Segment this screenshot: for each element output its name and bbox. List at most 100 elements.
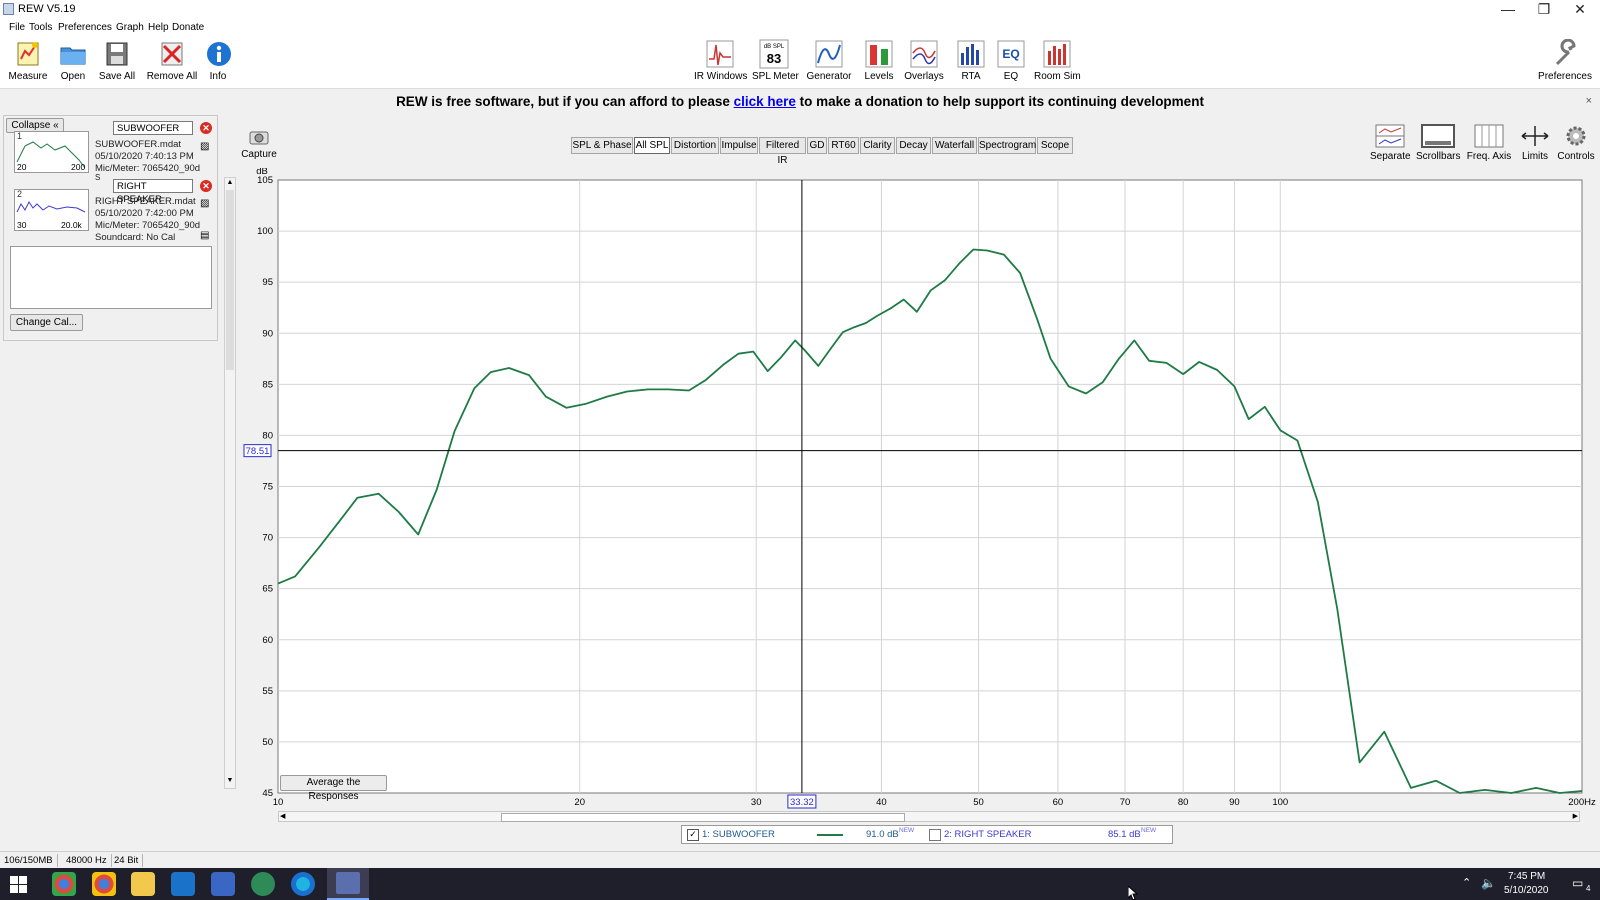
freq-scrollbar[interactable]: ◀ ▶ xyxy=(278,811,1580,822)
freq-scrollbar-thumb[interactable] xyxy=(501,813,905,822)
scroll-left-icon[interactable]: ◀ xyxy=(280,812,285,820)
donate-link[interactable]: click here xyxy=(734,94,796,109)
scroll-down-icon[interactable]: ▼ xyxy=(226,777,234,787)
measurement-item-subwoofer[interactable]: SUBWOOFER ✕ 1 20 200 SUBWOOFER.mdat 05/1… xyxy=(9,119,214,182)
scrollbars-button[interactable]: Scrollbars xyxy=(1416,124,1460,162)
freq-axis-button[interactable]: Freq. Axis xyxy=(1466,124,1512,162)
rta-button[interactable]: RTA xyxy=(955,39,987,82)
measurement-date: 05/10/2020 7:42:00 PM xyxy=(95,208,194,219)
chrome-icon-2[interactable] xyxy=(92,872,116,896)
spl-meter-caption: dB SPL xyxy=(764,44,785,50)
rew-icon xyxy=(336,872,360,894)
menu-tools[interactable]: Tools xyxy=(29,22,52,33)
color-picker-icon[interactable]: ▨ xyxy=(200,141,209,152)
menu-graph[interactable]: Graph xyxy=(116,22,144,33)
ir-windows-icon xyxy=(706,40,734,68)
y-tick-label: 70 xyxy=(262,533,273,544)
delete-icon[interactable]: ✕ xyxy=(200,180,212,192)
menu-help[interactable]: Help xyxy=(148,22,169,33)
tab-spectrogram[interactable]: Spectrogram xyxy=(978,137,1036,154)
edge-icon[interactable] xyxy=(291,872,315,896)
scroll-up-icon[interactable]: ▲ xyxy=(226,179,234,189)
eq-button[interactable]: EQ EQ xyxy=(996,39,1026,82)
limits-icon xyxy=(1521,126,1549,146)
x-tick-label: 70 xyxy=(1120,797,1131,808)
tab-rt60[interactable]: RT60 xyxy=(828,137,859,154)
spl-graph[interactable]: 4550556065707580859095100105 10 20 30 40 50 6… xyxy=(242,168,1600,818)
tab-scope[interactable]: Scope xyxy=(1037,137,1073,154)
save-all-button[interactable]: Save All xyxy=(97,39,137,82)
x-tick-label: 200Hz xyxy=(1568,797,1596,808)
measurement-name-input[interactable]: RIGHT SPEAKER xyxy=(113,179,193,205)
notes-icon[interactable]: ▤ xyxy=(200,230,209,241)
measure-button[interactable]: Measure xyxy=(7,39,49,82)
overlays-button[interactable]: Overlays xyxy=(904,39,944,82)
menu-preferences[interactable]: Preferences xyxy=(58,22,112,33)
remote-desktop-icon[interactable] xyxy=(211,872,235,896)
measurement-item-right-speaker[interactable]: RIGHT SPEAKER ✕ 2 30 20.0k RIGHT SPEAKER… xyxy=(9,177,214,243)
notification-icon[interactable]: ▭ xyxy=(1572,876,1583,890)
tab-impulse[interactable]: Impulse xyxy=(720,137,758,154)
ir-windows-button[interactable]: IR Windows xyxy=(694,39,747,82)
x-tick-label: 40 xyxy=(876,797,887,808)
tab-waterfall[interactable]: Waterfall xyxy=(932,137,977,154)
tab-gd[interactable]: GD xyxy=(807,137,827,154)
y-tick-label: 90 xyxy=(262,328,273,339)
series-2-label: 2: RIGHT SPEAKER xyxy=(944,829,1032,840)
change-cal-button[interactable]: Change Cal... xyxy=(10,314,83,331)
info-icon xyxy=(207,42,231,66)
y-axis-label: dB xyxy=(256,168,268,177)
outlook-icon[interactable] xyxy=(171,872,195,896)
measurement-name-input[interactable]: SUBWOOFER xyxy=(113,121,193,135)
windows-start-icon[interactable] xyxy=(10,876,27,893)
measurement-mic: Mic/Meter: 7065420_90d xyxy=(95,220,201,231)
banner-close-button[interactable]: × xyxy=(1586,95,1592,107)
panel-scrollbar[interactable]: ▲ ▼ xyxy=(224,177,236,789)
controls-button[interactable]: Controls xyxy=(1557,124,1595,162)
tab-spl-phase[interactable]: SPL & Phase xyxy=(571,137,633,154)
tab-filtered-ir[interactable]: Filtered IR xyxy=(759,137,806,166)
menu-donate[interactable]: Donate xyxy=(172,22,204,33)
scroll-right-icon[interactable]: ▶ xyxy=(1573,812,1578,820)
levels-button[interactable]: Levels xyxy=(862,39,896,82)
measurement-notes-area[interactable] xyxy=(10,246,212,309)
tab-distortion[interactable]: Distortion xyxy=(671,137,719,154)
tab-clarity[interactable]: Clarity xyxy=(860,137,895,154)
separate-icon xyxy=(1375,124,1405,148)
room-sim-button[interactable]: Room Sim xyxy=(1034,39,1081,82)
volume-icon[interactable]: 🔈 xyxy=(1481,876,1496,890)
capture-button[interactable]: Capture xyxy=(240,128,278,160)
color-picker-icon[interactable]: ▨ xyxy=(200,198,209,209)
spl-meter-value: 83 xyxy=(767,51,781,66)
limits-button[interactable]: Limits xyxy=(1518,124,1552,162)
eq-icon-text: EQ xyxy=(1002,47,1019,61)
rew-taskbar-button[interactable] xyxy=(327,868,369,900)
separate-button[interactable]: Separate xyxy=(1370,124,1411,162)
remove-all-button[interactable]: Remove All xyxy=(144,39,200,82)
file-explorer-icon[interactable] xyxy=(131,872,155,896)
menu-file[interactable]: File xyxy=(9,22,25,33)
info-button[interactable]: Info xyxy=(204,39,232,82)
delete-icon[interactable]: ✕ xyxy=(200,122,212,134)
sample-rate-status: 48000 Hz xyxy=(62,854,112,867)
room-sim-icon xyxy=(1043,40,1071,68)
series-2-checkbox[interactable] xyxy=(929,829,941,841)
tab-decay[interactable]: Decay xyxy=(896,137,931,154)
tray-chevron-icon[interactable]: ⌃ xyxy=(1462,876,1471,889)
scrollbar-thumb[interactable] xyxy=(226,190,234,370)
spl-meter-button[interactable]: dB SPL 83 SPL Meter xyxy=(752,39,799,82)
average-responses-button[interactable]: Average the Responses xyxy=(280,775,387,802)
generator-button[interactable]: Generator xyxy=(806,39,852,82)
preferences-button[interactable]: Preferences xyxy=(1536,39,1594,82)
tab-all-spl[interactable]: All SPL xyxy=(634,137,670,154)
close-button[interactable]: ✕ xyxy=(1562,0,1598,20)
app-icon-green[interactable] xyxy=(251,872,275,896)
chrome-icon[interactable] xyxy=(52,872,76,896)
open-button[interactable]: Open xyxy=(55,39,91,82)
maximize-button[interactable]: ❐ xyxy=(1526,0,1562,20)
minimize-button[interactable]: — xyxy=(1490,0,1526,20)
measurement-number: 1 xyxy=(17,131,23,141)
generator-icon xyxy=(815,40,843,68)
windows-taskbar: ⌃ 🔈 7:45 PM 5/10/2020 ▭ 4 xyxy=(0,868,1600,900)
series-1-checkbox[interactable]: ✓ xyxy=(687,829,699,841)
